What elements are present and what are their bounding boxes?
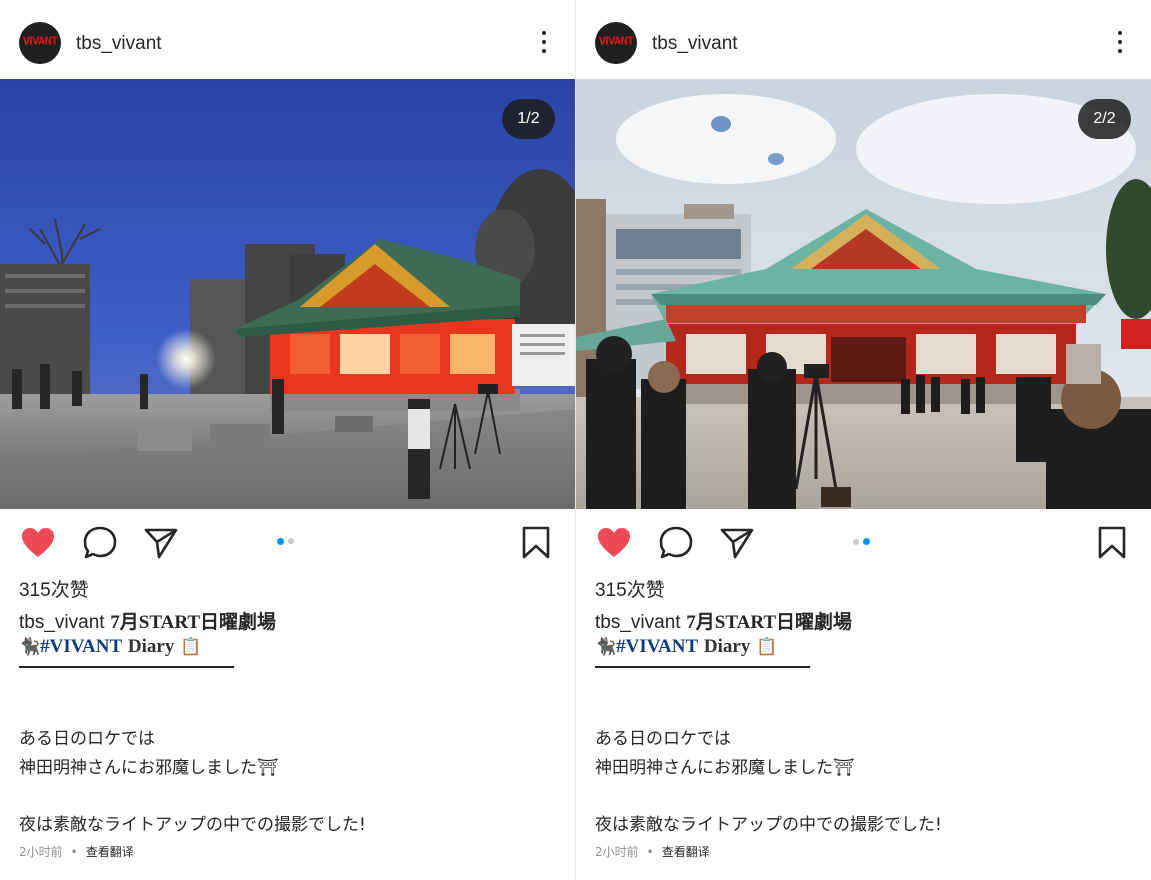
avatar-logo: VIVANT xyxy=(598,36,634,48)
meta-separator: • xyxy=(70,845,78,859)
black-cat-emoji: 🐈‍⬛ xyxy=(595,637,617,657)
heart-icon[interactable] xyxy=(595,524,633,562)
bookmark-icon[interactable] xyxy=(1093,524,1131,562)
shrine-day-photo xyxy=(576,79,1151,509)
share-icon[interactable] xyxy=(142,524,180,562)
caption-diary: Diary xyxy=(127,636,175,657)
more-icon[interactable] xyxy=(532,30,556,56)
shrine-night-photo xyxy=(0,79,575,509)
carousel-dots xyxy=(277,538,297,546)
image-counter: 1/2 xyxy=(502,99,555,139)
carousel-dots xyxy=(853,538,873,546)
username[interactable]: tbs_vivant xyxy=(652,33,738,55)
carousel-dot xyxy=(288,538,294,544)
caption-line: 夜は素敵なライトアップの中での撮影でした! xyxy=(19,815,366,835)
caption-underline xyxy=(19,666,234,668)
caption-headline: tbs_vivant 7月START日曜劇場 xyxy=(595,607,852,634)
post-photo[interactable]: 2/2 xyxy=(576,79,1151,509)
comment-icon[interactable] xyxy=(657,524,695,562)
avatar-logo: VIVANT xyxy=(22,36,58,48)
caption-line: 夜は素敵なライトアップの中での撮影でした! xyxy=(595,815,942,835)
action-bar xyxy=(576,520,1151,566)
caption-username[interactable]: tbs_vivant xyxy=(19,612,105,633)
caption-line: 神田明神さんにお邪魔しました⛩ xyxy=(19,758,279,778)
hashtag-link[interactable]: #VIVANT xyxy=(40,636,122,657)
post-header: VIVANT tbs_vivant xyxy=(0,0,575,79)
like-count[interactable]: 315次赞 xyxy=(19,575,89,602)
username[interactable]: tbs_vivant xyxy=(76,33,162,55)
hashtag-link[interactable]: #VIVANT xyxy=(616,636,698,657)
post-time: 2小时前 xyxy=(19,845,63,859)
translate-link[interactable]: 查看翻译 xyxy=(662,845,710,859)
caption-line: ある日のロケでは xyxy=(595,729,731,749)
post-meta: 2小时前 • 查看翻译 xyxy=(595,843,710,860)
bookmark-icon[interactable] xyxy=(517,524,555,562)
translate-link[interactable]: 查看翻译 xyxy=(86,845,134,859)
caption-underline xyxy=(595,666,810,668)
caption-diary: Diary xyxy=(703,636,751,657)
post-panel: VIVANT tbs_vivant xyxy=(0,0,575,880)
share-icon[interactable] xyxy=(718,524,756,562)
post-photo[interactable]: 1/2 xyxy=(0,79,575,509)
black-cat-emoji: 🐈‍⬛ xyxy=(19,637,41,657)
action-bar xyxy=(0,520,575,566)
caption-hashtag-line: 🐈‍⬛#VIVANT Diary 📋 xyxy=(19,636,201,658)
avatar[interactable]: VIVANT xyxy=(595,22,637,64)
caption-line: ある日のロケでは xyxy=(19,729,155,749)
caption-line: 神田明神さんにお邪魔しました⛩ xyxy=(595,758,855,778)
carousel-dot xyxy=(853,539,859,545)
image-counter: 2/2 xyxy=(1078,99,1131,139)
post-meta: 2小时前 • 查看翻译 xyxy=(19,843,134,860)
post-header: VIVANT tbs_vivant xyxy=(576,0,1151,79)
clipboard-emoji: 📋 xyxy=(756,637,778,657)
more-icon[interactable] xyxy=(1108,30,1132,56)
meta-separator: • xyxy=(646,845,654,859)
heart-icon[interactable] xyxy=(19,524,57,562)
like-count[interactable]: 315次赞 xyxy=(595,575,665,602)
caption-hashtag-line: 🐈‍⬛#VIVANT Diary 📋 xyxy=(595,636,777,658)
avatar[interactable]: VIVANT xyxy=(19,22,61,64)
caption-username[interactable]: tbs_vivant xyxy=(595,612,681,633)
caption-title: 7月START日曜劇場 xyxy=(110,612,277,633)
carousel-dot-active xyxy=(863,538,870,545)
caption-headline: tbs_vivant 7月START日曜劇場 xyxy=(19,607,276,634)
post-time: 2小时前 xyxy=(595,845,639,859)
post-panel: VIVANT tbs_vivant xyxy=(576,0,1151,880)
clipboard-emoji: 📋 xyxy=(180,637,202,657)
comment-icon[interactable] xyxy=(81,524,119,562)
caption-title: 7月START日曜劇場 xyxy=(686,612,853,633)
carousel-dot-active xyxy=(277,538,284,545)
